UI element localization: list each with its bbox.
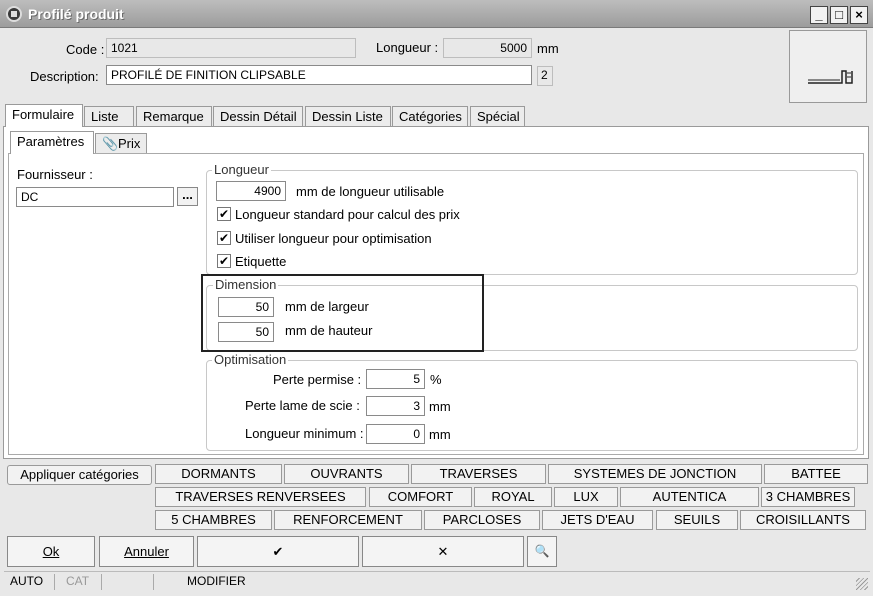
ok-button[interactable]: Ok	[7, 536, 95, 567]
utiliser-longueur-checkbox[interactable]: ✔	[217, 231, 231, 245]
category-croisillants[interactable]: CROISILLANTS	[740, 510, 866, 530]
longueur-standard-checkbox[interactable]: ✔	[217, 207, 231, 221]
appliquer-categories-button[interactable]: Appliquer catégories	[7, 465, 152, 485]
category-autentica[interactable]: AUTENTICA	[620, 487, 759, 507]
paperclip-icon: 📎	[102, 136, 119, 151]
tab-liste[interactable]: Liste	[84, 106, 134, 126]
category-traverses-renversees[interactable]: TRAVERSES RENVERSEES	[155, 487, 366, 507]
code-label: Code :	[66, 42, 105, 57]
tab-special[interactable]: Spécial	[470, 106, 525, 126]
minimize-button[interactable]: _	[810, 6, 828, 24]
description-field[interactable]: PROFILÉ DE FINITION CLIPSABLE	[106, 65, 532, 85]
category-jets-d-eau[interactable]: JETS D'EAU	[542, 510, 653, 530]
longueur-label: Longueur :	[376, 40, 439, 55]
description-label: Description:	[30, 69, 99, 84]
close-button[interactable]: ×	[850, 6, 868, 24]
category-lux[interactable]: LUX	[554, 487, 618, 507]
tab-remarque[interactable]: Remarque	[136, 106, 212, 126]
category-systemes-de-jonction[interactable]: SYSTEMES DE JONCTION	[548, 464, 762, 484]
tab-formulaire[interactable]: Formulaire	[5, 104, 83, 127]
fournisseur-field[interactable]: DC	[16, 187, 174, 207]
dimension-group-title: Dimension	[213, 277, 279, 292]
etiquette-checkbox[interactable]: ✔	[217, 254, 231, 268]
longueur-utilisable-label: mm de longueur utilisable	[296, 184, 445, 199]
tab-dessin-detail[interactable]: Dessin Détail	[213, 106, 303, 126]
status-auto: AUTO	[10, 574, 44, 588]
optimisation-group-title: Optimisation	[212, 352, 289, 367]
resize-grip-icon[interactable]	[856, 578, 868, 590]
perte-lame-input[interactable]: 3	[366, 396, 425, 416]
longueur-field[interactable]: 5000	[443, 38, 532, 58]
category-comfort[interactable]: COMFORT	[369, 487, 472, 507]
cross-icon: ✕	[437, 544, 449, 559]
largeur-label: mm de largeur	[285, 299, 369, 314]
perte-lame-unit: mm	[429, 399, 451, 414]
longueur-utilisable-input[interactable]: 4900	[216, 181, 286, 201]
etiquette-label: Etiquette	[235, 254, 287, 269]
category-battee[interactable]: BATTEE	[764, 464, 868, 484]
window-title: Profilé produit	[28, 6, 124, 22]
subtab-parametres[interactable]: Paramètres	[10, 131, 94, 154]
profile-preview	[789, 30, 867, 103]
check-icon: ✔	[272, 544, 284, 559]
subtab-prix[interactable]: 📎 Prix	[95, 133, 147, 153]
code-field[interactable]: 1021	[106, 38, 356, 58]
perte-permise-input[interactable]: 5	[366, 369, 425, 389]
category-5-chambres[interactable]: 5 CHAMBRES	[155, 510, 272, 530]
profile-drawing-icon	[808, 70, 853, 84]
category-renforcement[interactable]: RENFORCEMENT	[274, 510, 422, 530]
hauteur-input[interactable]: 50	[218, 322, 274, 342]
fournisseur-label: Fournisseur :	[17, 167, 93, 182]
category-3-chambres[interactable]: 3 CHAMBRES	[761, 487, 855, 507]
longueur-unit: mm	[537, 41, 559, 56]
longueur-minimum-input[interactable]: 0	[366, 424, 425, 444]
title-bar: Profilé produit _ □ ×	[0, 0, 873, 28]
longueur-minimum-label: Longueur minimum :	[245, 426, 364, 441]
tab-categories[interactable]: Catégories	[392, 106, 468, 126]
find-button[interactable]: 🔍	[527, 536, 557, 567]
category-dormants[interactable]: DORMANTS	[155, 464, 282, 484]
binoculars-icon: 🔍	[534, 544, 550, 558]
cancel-cross-button[interactable]: ✕	[362, 536, 524, 567]
app-icon	[6, 6, 22, 22]
status-cat: CAT	[66, 574, 90, 588]
category-royal[interactable]: ROYAL	[474, 487, 552, 507]
annuler-button[interactable]: Annuler	[99, 536, 194, 567]
category-parcloses[interactable]: PARCLOSES	[424, 510, 540, 530]
status-bar	[4, 571, 870, 593]
category-traverses[interactable]: TRAVERSES	[411, 464, 546, 484]
subtab-prix-label: Prix	[118, 136, 141, 151]
maximize-button[interactable]: □	[830, 6, 848, 24]
perte-permise-label: Perte permise :	[273, 372, 362, 387]
largeur-input[interactable]: 50	[218, 297, 274, 317]
description-lang-badge[interactable]: 2	[537, 66, 553, 86]
hauteur-label: mm de hauteur	[285, 323, 373, 338]
longueur-group-title: Longueur	[212, 162, 271, 177]
longueur-minimum-unit: mm	[429, 427, 451, 442]
longueur-standard-label: Longueur standard pour calcul des prix	[235, 207, 460, 222]
category-ouvrants[interactable]: OUVRANTS	[284, 464, 409, 484]
utiliser-longueur-label: Utiliser longueur pour optimisation	[235, 231, 432, 246]
perte-lame-label: Perte lame de scie :	[245, 398, 360, 413]
fournisseur-browse-button[interactable]: ...	[177, 187, 198, 206]
status-mode: MODIFIER	[187, 574, 246, 588]
tab-dessin-liste[interactable]: Dessin Liste	[305, 106, 391, 126]
confirm-check-button[interactable]: ✔	[197, 536, 359, 567]
category-seuils[interactable]: SEUILS	[656, 510, 738, 530]
perte-permise-unit: %	[430, 372, 442, 387]
